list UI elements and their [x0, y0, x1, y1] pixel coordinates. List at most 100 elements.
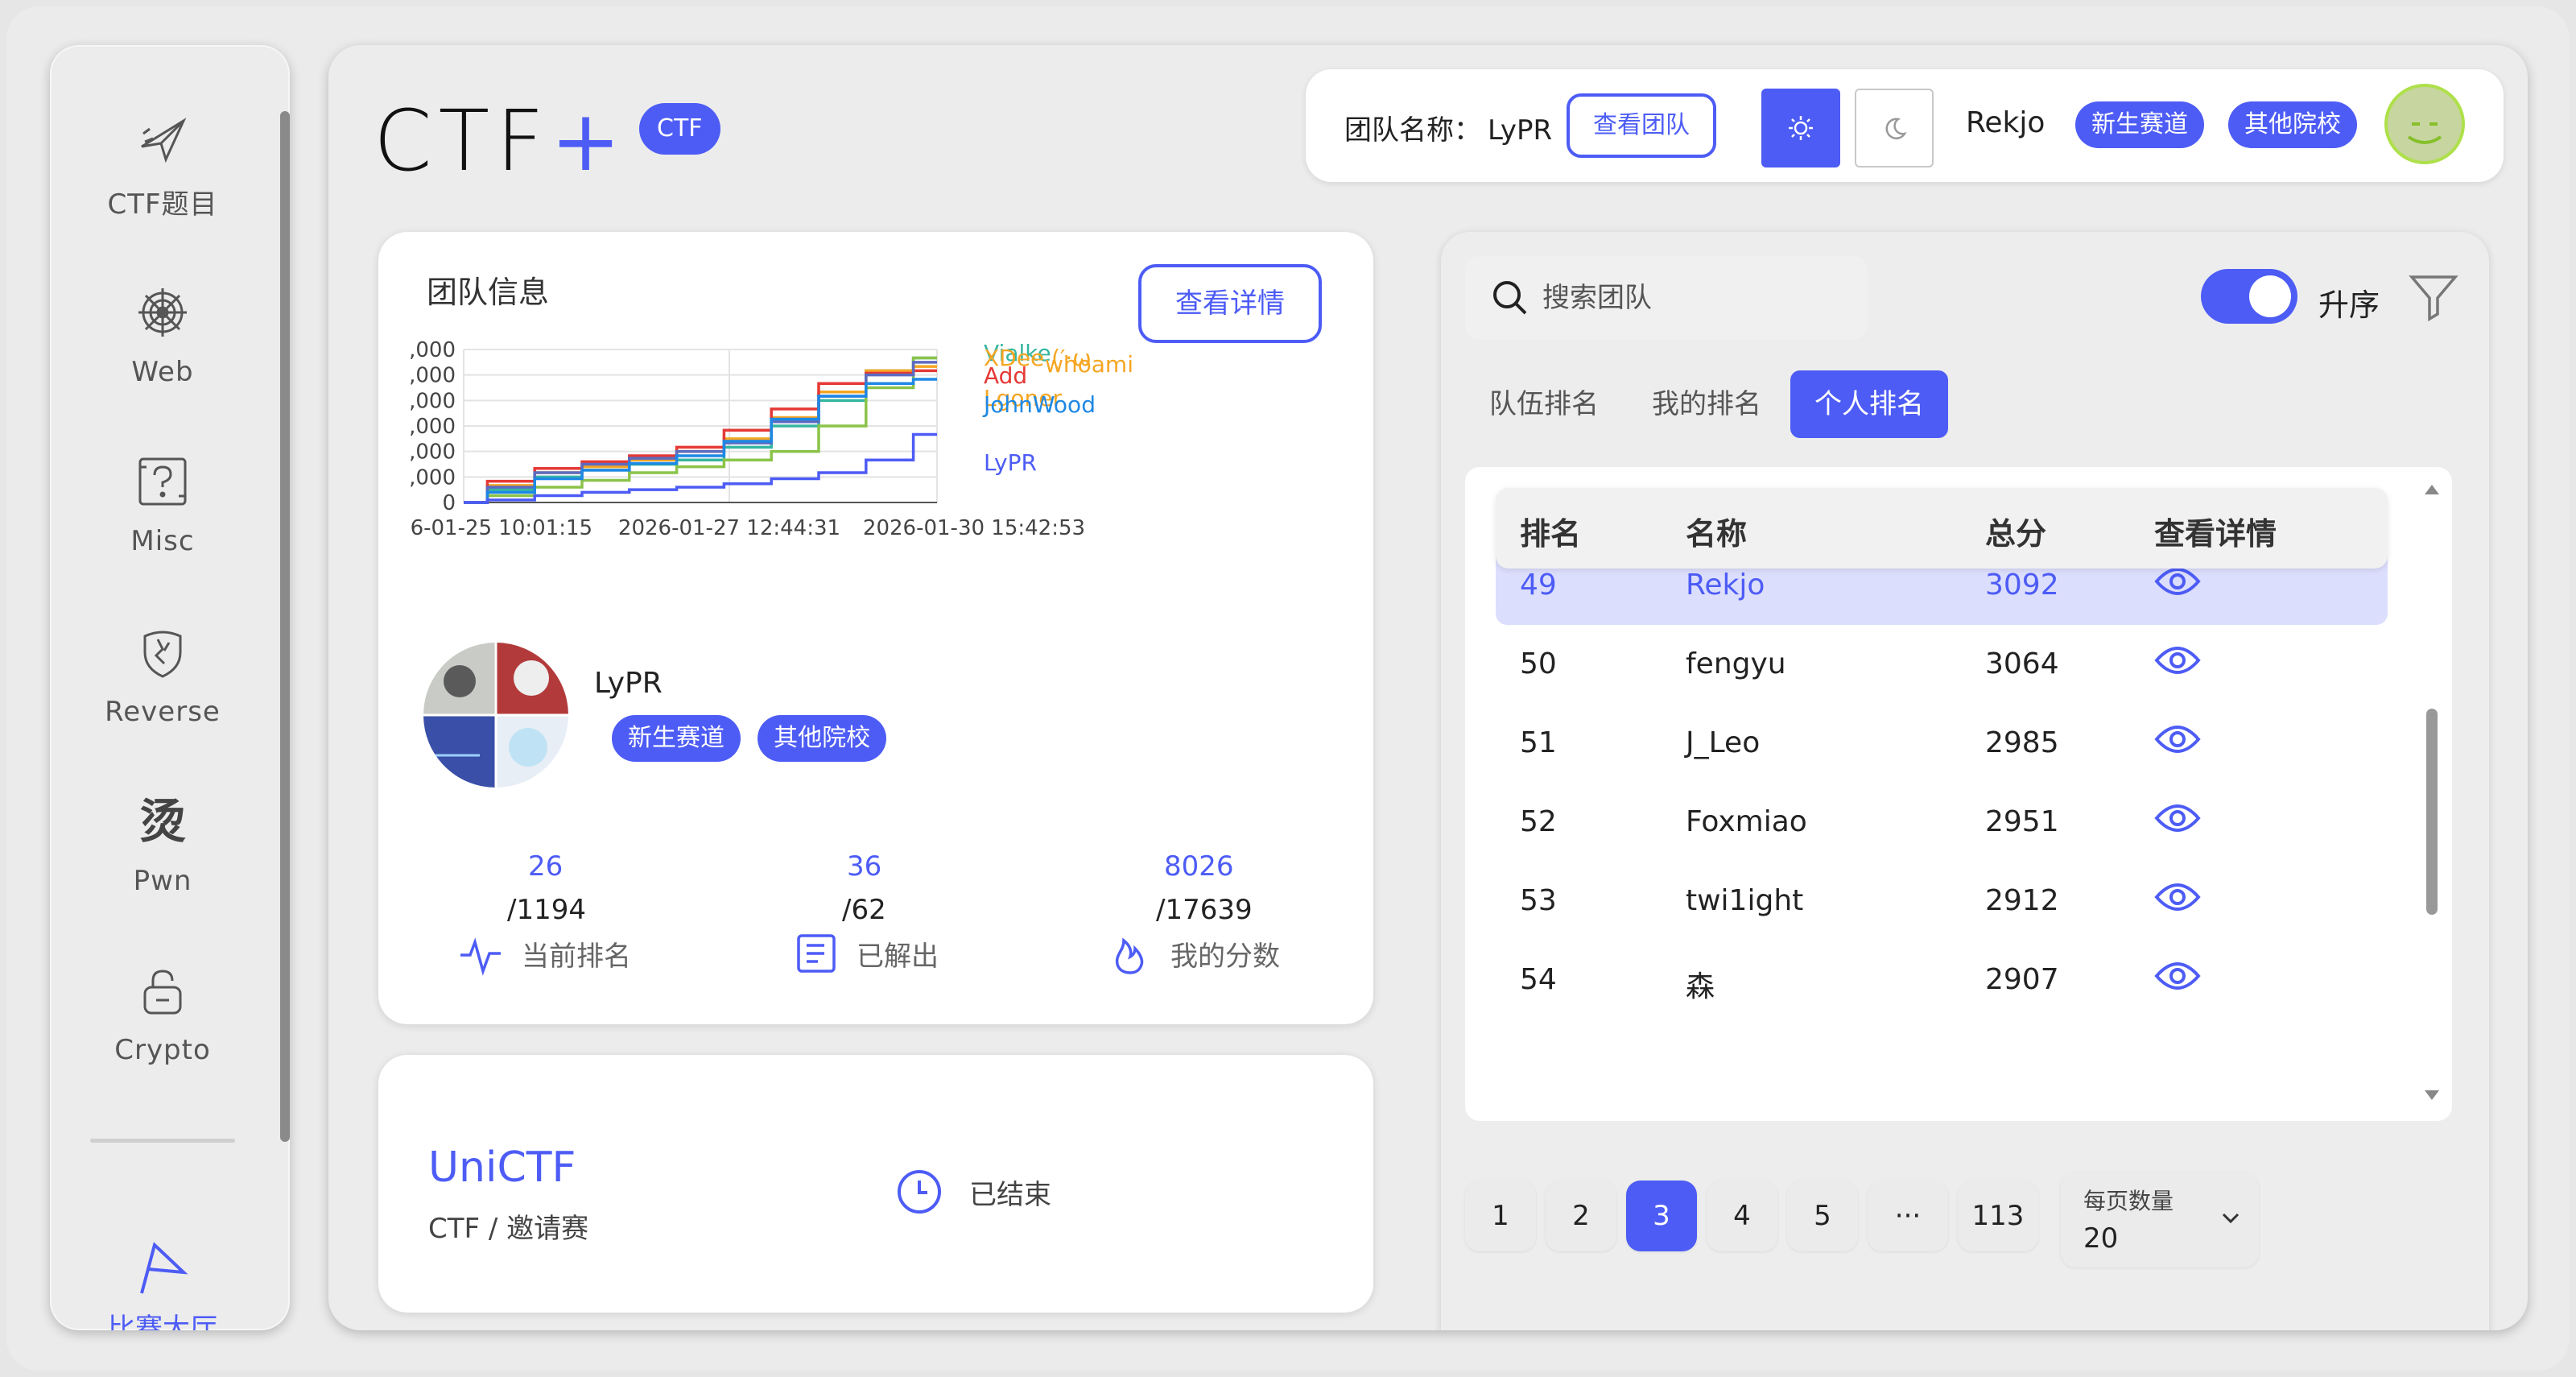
- flag-icon[interactable]: [130, 1237, 193, 1300]
- main-panel: CTF+ CTF 团队名称： LyPR 查看团队 Rekjo 新生赛道 其他院校 …: [328, 45, 2528, 1330]
- header-name: 名称: [1686, 516, 1748, 552]
- cell-rank: 53: [1520, 884, 1557, 917]
- view-eye-icon[interactable]: [2154, 879, 2201, 922]
- cell-rank: 51: [1520, 726, 1557, 759]
- tab-personal-rank[interactable]: 个人排名: [1790, 370, 1948, 438]
- table-row[interactable]: 53 twi1ight 2912: [1496, 860, 2388, 941]
- stat-solved: 36 /62 已解出: [794, 850, 1035, 976]
- stat-score: 8026 /17639 我的分数: [1108, 850, 1349, 976]
- cell-name: Foxmiao: [1686, 805, 1807, 838]
- stat-rank: 26 /1194 当前排名: [459, 850, 700, 976]
- y-tick-label: 15,000: [411, 364, 456, 388]
- team-label-text: 团队名称：: [1344, 114, 1481, 147]
- stat-total: /1194: [507, 894, 586, 926]
- chevron-down-icon: [2222, 1213, 2240, 1224]
- sidebar-scrollbar[interactable]: [280, 111, 290, 1142]
- sidebar-item-pwn[interactable]: 烫 Pwn: [50, 792, 275, 945]
- username[interactable]: Rekjo: [1966, 106, 2045, 139]
- view-details-button[interactable]: 查看详情: [1138, 264, 1322, 343]
- tab-my-rank[interactable]: 我的排名: [1628, 370, 1785, 438]
- table-row[interactable]: 54 森 2907: [1496, 939, 2388, 1019]
- competition-name[interactable]: UniCTF: [428, 1143, 576, 1192]
- page-button[interactable]: 2: [1546, 1181, 1616, 1251]
- stat-total: /62: [842, 894, 886, 926]
- light-theme-button[interactable]: [1761, 89, 1840, 167]
- header-detail: 查看详情: [2154, 516, 2277, 552]
- eye-icon: [2154, 726, 2201, 753]
- stat-value: 36: [847, 850, 882, 883]
- sidebar-item-web[interactable]: Web: [50, 283, 275, 436]
- tab-team-rank[interactable]: 队伍排名: [1465, 370, 1623, 438]
- legend-label: JohnWood: [982, 391, 1096, 418]
- cell-rank: 49: [1520, 569, 1557, 602]
- header-rank: 排名: [1520, 516, 1582, 552]
- clock-icon: [898, 1170, 941, 1214]
- page-button[interactable]: 3: [1626, 1181, 1697, 1251]
- competition-type: CTF / 邀请赛: [428, 1213, 589, 1245]
- page-ellipsis[interactable]: ···: [1868, 1181, 1948, 1251]
- user-avatar[interactable]: [2384, 84, 2465, 164]
- view-eye-icon[interactable]: [2154, 564, 2201, 606]
- sidebar-item-crypto[interactable]: Crypto: [50, 961, 275, 1114]
- x-tick-label: 2026-01-25 10:01:15: [411, 516, 592, 540]
- table-row[interactable]: 52 Foxmiao 2951: [1496, 781, 2388, 862]
- page-button[interactable]: 5: [1787, 1181, 1858, 1251]
- sidebar-item-label: Crypto: [114, 1034, 211, 1066]
- eye-icon: [2154, 647, 2201, 674]
- table-row[interactable]: 50 fengyu 3064: [1496, 623, 2388, 704]
- app-logo[interactable]: CTF+: [374, 92, 627, 190]
- team-tags: 新生赛道 其他院校: [612, 715, 899, 762]
- sidebar-item-reverse[interactable]: Reverse: [50, 623, 275, 776]
- ranking-table: 排名 名称 总分 查看详情 48ayayaya315749Rekjo309250…: [1465, 467, 2452, 1121]
- cell-name: Rekjo: [1686, 569, 1765, 602]
- sun-icon: [1789, 116, 1813, 140]
- spider-web-icon: [138, 288, 187, 337]
- scroll-up-arrow[interactable]: [2425, 485, 2439, 494]
- table-scrollbar[interactable]: [2426, 709, 2438, 915]
- view-eye-icon[interactable]: [2154, 800, 2201, 843]
- cell-rank: 52: [1520, 805, 1557, 838]
- stat-value: 26: [528, 850, 564, 883]
- dark-theme-button[interactable]: [1855, 89, 1934, 167]
- team-info-title: 团队信息: [427, 275, 550, 310]
- header-score: 总分: [1985, 516, 2047, 552]
- view-eye-icon[interactable]: [2154, 643, 2201, 685]
- page-button[interactable]: 1: [1465, 1181, 1536, 1251]
- list-doc-icon: [797, 934, 836, 973]
- school-badge: 其他院校: [2228, 101, 2357, 148]
- cell-score: 2985: [1985, 726, 2059, 759]
- sidebar-bottom-label[interactable]: 比赛大厅: [50, 1306, 275, 1330]
- sort-order-toggle[interactable]: [2201, 269, 2297, 324]
- view-team-button[interactable]: 查看团队: [1567, 93, 1716, 158]
- sidebar-item-ctf[interactable]: CTF题目: [50, 110, 275, 263]
- sidebar-item-label: Misc: [130, 525, 195, 557]
- scroll-down-arrow[interactable]: [2425, 1090, 2439, 1100]
- competition-status: 已结束: [895, 1168, 1051, 1216]
- page-button[interactable]: 4: [1707, 1181, 1777, 1251]
- pagination: 1 2 3 4 5 ··· 113: [1465, 1181, 2048, 1251]
- view-eye-icon[interactable]: [2154, 722, 2201, 764]
- team-avatar[interactable]: [423, 643, 568, 788]
- cell-name: 森: [1686, 970, 1715, 1003]
- sidebar-item-misc[interactable]: Misc: [50, 453, 275, 606]
- competition-card[interactable]: UniCTF CTF / 邀请赛 已结束: [378, 1055, 1373, 1313]
- filter-icon[interactable]: [2409, 272, 2458, 322]
- sidebar-item-label: Pwn: [133, 865, 192, 897]
- search-box[interactable]: [1465, 256, 1868, 340]
- cell-score: 2912: [1985, 884, 2059, 917]
- team-name: LyPR: [594, 667, 663, 700]
- legend-label: whoami: [1045, 351, 1133, 378]
- eye-icon: [2154, 568, 2201, 595]
- question-box-icon: [138, 457, 187, 506]
- page-size-select[interactable]: 每页数量 20: [2061, 1172, 2259, 1267]
- table-row[interactable]: 51 J_Leo 2985: [1496, 702, 2388, 783]
- view-eye-icon[interactable]: [2154, 958, 2201, 1001]
- logo-text: CTF: [374, 92, 551, 190]
- page-button[interactable]: 113: [1958, 1181, 2038, 1251]
- cell-rank: 50: [1520, 647, 1557, 680]
- search-input[interactable]: [1542, 282, 1864, 314]
- y-tick-label: 0: [442, 491, 456, 515]
- search-icon: [1493, 281, 1527, 315]
- y-tick-label: 6,000: [411, 440, 456, 465]
- shield-crack-icon: [143, 631, 182, 678]
